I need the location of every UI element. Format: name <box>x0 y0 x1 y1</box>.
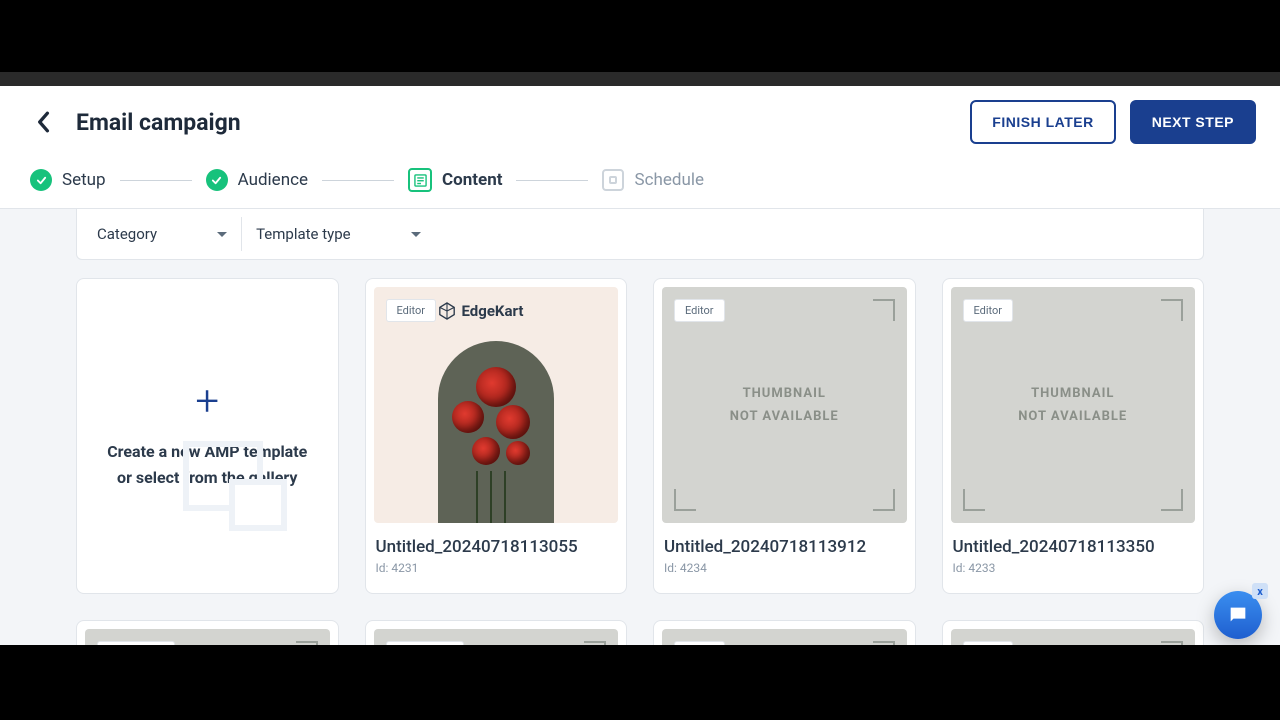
filter-bar: Category Template type <box>76 209 1204 260</box>
template-card[interactable]: Editor THUMBNAIL NOT AVAILABLE Untitled_… <box>942 278 1205 594</box>
template-thumbnail: Code editor <box>85 629 330 645</box>
step-content[interactable]: Content <box>408 168 502 192</box>
edgekart-logo: EdgeKart <box>438 302 524 320</box>
template-type-dropdown[interactable]: Template type <box>242 217 435 251</box>
content-body: Category Template type + Create a new AM… <box>0 209 1280 645</box>
letterbox-bottom <box>0 645 1280 720</box>
letterbox-top <box>0 0 1280 72</box>
template-thumbnail: Editor <box>951 629 1196 645</box>
template-name: Untitled_20240718113912 <box>664 537 905 557</box>
template-meta: Untitled_20240718113350 Id: 4233 <box>943 531 1204 575</box>
template-card[interactable]: Code editor <box>365 620 628 645</box>
step-label: Schedule <box>634 170 703 190</box>
step-label: Audience <box>238 170 308 190</box>
step-connector <box>516 180 588 181</box>
flower-image <box>438 341 554 523</box>
schedule-icon <box>602 169 624 191</box>
editor-badge: Code editor <box>386 641 464 645</box>
page-title: Email campaign <box>76 109 956 136</box>
chat-close-button[interactable]: x <box>1252 583 1268 599</box>
crop-corner-icon <box>873 489 895 511</box>
step-audience[interactable]: Audience <box>206 169 308 191</box>
plus-icon: + <box>195 381 219 423</box>
template-card[interactable]: Editor <box>653 620 916 645</box>
stepper: Setup Audience Content Schedule <box>0 158 1280 209</box>
template-card[interactable]: Editor <box>942 620 1205 645</box>
crop-corner-icon <box>296 641 318 645</box>
chat-icon <box>1227 604 1249 626</box>
finish-later-button[interactable]: FINISH LATER <box>970 100 1115 144</box>
step-connector <box>322 180 394 181</box>
step-connector <box>120 180 192 181</box>
template-thumbnail: Editor THUMBNAIL NOT AVAILABLE <box>951 287 1196 523</box>
editor-badge: Code editor <box>97 641 175 645</box>
editor-badge: Editor <box>674 299 725 322</box>
thumbnail-placeholder: THUMBNAIL NOT AVAILABLE <box>1018 382 1127 429</box>
thumbnail-placeholder: THUMBNAIL NOT AVAILABLE <box>730 382 839 429</box>
editor-badge: Editor <box>674 641 725 645</box>
crop-corner-icon <box>873 299 895 321</box>
chat-launcher[interactable]: x <box>1214 591 1262 639</box>
editor-badge: Editor <box>963 641 1014 645</box>
step-label: Setup <box>62 170 106 190</box>
template-id: Id: 4233 <box>953 561 1194 575</box>
template-grid: + Create a new AMP template or select fr… <box>26 278 1254 645</box>
chevron-left-icon <box>36 111 50 133</box>
template-id: Id: 4231 <box>376 561 617 575</box>
letterbox-separator <box>0 72 1280 86</box>
crop-corner-icon <box>963 489 985 511</box>
crop-corner-icon <box>873 641 895 645</box>
crop-corner-icon <box>674 489 696 511</box>
template-thumbnail: Editor THUMBNAIL NOT AVAILABLE <box>662 287 907 523</box>
dropdown-label: Template type <box>256 225 351 243</box>
crop-corner-icon <box>1161 489 1183 511</box>
template-card[interactable]: Editor EdgeKart Untitled_ <box>365 278 628 594</box>
editor-badge: Editor <box>963 299 1014 322</box>
template-name: Untitled_20240718113350 <box>953 537 1194 557</box>
template-ghost-icon <box>183 441 263 511</box>
app-shell: Email campaign FINISH LATER NEXT STEP Se… <box>0 86 1280 645</box>
create-template-card[interactable]: + Create a new AMP template or select fr… <box>76 278 339 594</box>
header: Email campaign FINISH LATER NEXT STEP <box>0 86 1280 158</box>
template-id: Id: 4234 <box>664 561 905 575</box>
crop-corner-icon <box>1161 299 1183 321</box>
template-meta: Untitled_20240718113912 Id: 4234 <box>654 531 915 575</box>
content-icon <box>408 168 432 192</box>
template-thumbnail: Editor <box>662 629 907 645</box>
logo-text: EdgeKart <box>462 302 524 320</box>
check-icon <box>30 169 52 191</box>
chevron-down-icon <box>217 232 227 237</box>
template-thumbnail: Editor EdgeKart <box>374 287 619 523</box>
dropdown-label: Category <box>97 225 157 243</box>
template-name: Untitled_20240718113055 <box>376 537 617 557</box>
step-setup[interactable]: Setup <box>30 169 106 191</box>
step-label: Content <box>442 170 502 190</box>
category-dropdown[interactable]: Category <box>83 217 242 251</box>
template-card[interactable]: Code editor <box>76 620 339 645</box>
back-button[interactable] <box>30 109 56 135</box>
chevron-down-icon <box>411 232 421 237</box>
template-card[interactable]: Editor THUMBNAIL NOT AVAILABLE Untitled_… <box>653 278 916 594</box>
editor-badge: Editor <box>386 299 437 322</box>
check-icon <box>206 169 228 191</box>
step-schedule[interactable]: Schedule <box>602 169 703 191</box>
crop-corner-icon <box>584 641 606 645</box>
template-meta: Untitled_20240718113055 Id: 4231 <box>366 531 627 575</box>
next-step-button[interactable]: NEXT STEP <box>1130 100 1256 144</box>
crop-corner-icon <box>1161 641 1183 645</box>
template-thumbnail: Code editor <box>374 629 619 645</box>
logo-icon <box>438 302 456 320</box>
